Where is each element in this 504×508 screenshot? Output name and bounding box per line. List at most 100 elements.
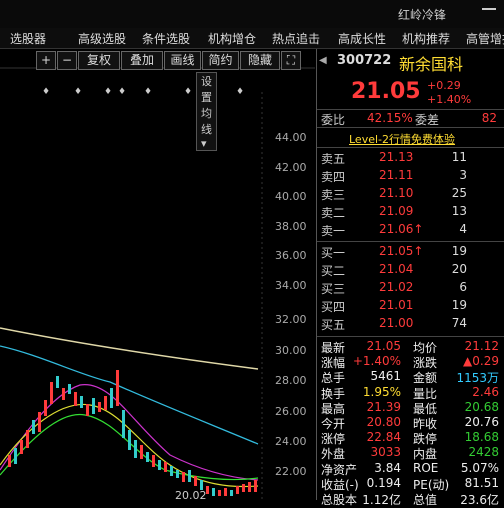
overlay-button[interactable]: 叠加 [121,51,163,70]
bid-row[interactable]: 买三 21.02 6 [317,280,504,298]
stats-row: 涨幅 +1.40% 涨跌 ▲0.29 [317,354,504,370]
weibi-value: 42.15% [367,111,413,125]
stat-value: 3.84 [374,460,401,475]
event-marker[interactable]: ♦ [104,87,112,97]
ask-volume: 11 [451,150,467,164]
stat-value: 20.68 [464,399,499,414]
ask-label: 卖一 [321,224,346,238]
event-marker[interactable]: ♦ [118,87,126,97]
chevron-down-icon: ▾ [201,137,207,150]
ask-row[interactable]: 卖三 21.10 25 [317,186,504,204]
weicha-value: 82 [481,111,497,125]
ask-row[interactable]: 卖一 21.06↑ 4 [317,222,504,240]
stats-row: 外盘 3033 内盘 2428 [317,445,504,461]
bid-volume: 19 [451,244,467,258]
draw-line-button[interactable]: 画线 [164,51,201,70]
stat-value: ▲0.29 [463,354,499,369]
user-name: 红岭冷锋 [397,8,446,22]
ask-row[interactable]: 卖四 21.11 3 [317,168,504,186]
menu-hotspot[interactable]: 热点追击 [272,30,320,47]
bid-price: 21.04 [379,262,414,276]
stat-value: 21.12 [464,339,499,353]
bid-row[interactable]: 买五 21.00 74 [317,316,504,334]
stat-value: +1.40% [352,354,401,369]
stat-value: 22.84 [366,430,401,445]
stat-value: 20.80 [366,415,401,429]
zoom-in-button[interactable]: + [36,51,56,70]
event-marker[interactable]: ♦ [184,87,192,97]
adjust-button[interactable]: 复权 [78,51,120,70]
low-price-label: 20.02 [175,489,207,502]
ask-price: 21.06↑ [379,222,424,236]
menu-condition-pick[interactable]: 条件选股 [142,30,190,47]
y-tick: 40.00 [275,190,307,203]
bid-price: 21.00 [379,316,414,330]
menu-institution-add[interactable]: 机构增仓 [208,30,256,47]
ask-price: 21.11 [379,168,414,182]
level2-promo-link[interactable]: Level-2行情免费体验 [349,131,455,147]
event-marker[interactable]: ♦ [74,87,82,97]
hide-button[interactable]: 隐藏 [240,51,280,70]
title-bar: 红岭冷锋 [0,0,504,28]
stats-row: 净资产 3.84 ROE 5.07% [317,460,504,477]
menu-advanced-pick[interactable]: 高级选股 [78,30,126,47]
menu-institution-recommend[interactable]: 机构推荐 [402,30,450,47]
ma-settings-dropdown[interactable]: 设置均线 ▾ [196,72,217,151]
bid-row[interactable]: 买一 21.05↑ 19 [317,244,504,262]
ma-settings-label: 设置均线 [201,75,212,136]
menu-executive-buy[interactable]: 高管增持 [466,30,504,47]
ask-volume: 3 [459,168,467,182]
fullscreen-icon[interactable]: ⛶ [281,51,301,70]
simple-mode-button[interactable]: 简约 [202,51,239,70]
bid-row[interactable]: 买二 21.04 20 [317,262,504,280]
event-marker[interactable]: ♦ [144,87,152,97]
ask-volume: 4 [459,222,467,236]
stat-value: 81.51 [464,475,499,490]
y-tick: 44.00 [275,131,307,144]
bid-label: 买三 [321,282,346,296]
stat-value: 0.194 [366,475,401,490]
stat-value: 5.07% [460,460,499,475]
ask-label: 卖二 [321,206,346,220]
stats-row: 最高 21.39 最低 20.68 [317,399,504,416]
ask-label: 卖四 [321,170,346,184]
ma-line-white [0,327,259,370]
candles [8,370,257,496]
y-tick: 32.00 [275,313,307,326]
ask-volume: 13 [451,204,467,218]
kline-chart[interactable]: 44.00 42.00 40.00 38.00 36.00 34.00 32.0… [0,49,315,502]
menu-high-growth[interactable]: 高成长性 [338,30,386,47]
ask-row[interactable]: 卖二 21.09 13 [317,204,504,222]
current-price: 21.05 [351,79,421,104]
chevron-left-icon[interactable]: ◀ [319,55,327,66]
bid-price: 21.01 [379,298,414,312]
stats-row: 收益(-) 0.194 PE(动) 81.51 [317,475,504,492]
ask-row[interactable]: 卖五 21.13 11 [317,150,504,168]
menu-stock-picker[interactable]: 选股器 [10,30,46,47]
y-tick: 24.00 [275,435,307,448]
bid-row[interactable]: 买四 21.01 19 [317,298,504,316]
stock-name: 新余国科 [399,55,464,74]
bid-label: 买四 [321,300,346,314]
ask-volume: 25 [451,186,467,200]
menu-bar: 选股器 高级选股 条件选股 机构增仓 热点追击 高成长性 机构推荐 高管增持 [0,28,504,49]
kline-svg [0,67,315,500]
zoom-out-button[interactable]: − [57,51,77,70]
bid-label: 买五 [321,318,346,332]
ask-price: 21.13 [379,150,414,164]
stats-row: 总股本 1.12亿 总值 23.6亿 [317,491,504,507]
ask-price: 21.10 [379,186,414,200]
event-marker[interactable]: ♦ [236,87,244,97]
bid-label: 买二 [321,264,346,278]
y-tick: 30.00 [275,344,307,357]
y-tick: 26.00 [275,405,307,418]
y-tick: 38.00 [275,220,307,233]
bid-volume: 6 [459,280,467,294]
y-tick: 36.00 [275,249,307,262]
event-marker[interactable]: ♦ [42,87,50,97]
bid-price: 21.02 [379,280,414,294]
y-tick: 28.00 [275,374,307,387]
minimize-icon[interactable] [482,8,496,10]
stats-row: 最新 21.05 均价 21.12 [317,339,504,355]
bid-volume: 19 [451,298,467,312]
